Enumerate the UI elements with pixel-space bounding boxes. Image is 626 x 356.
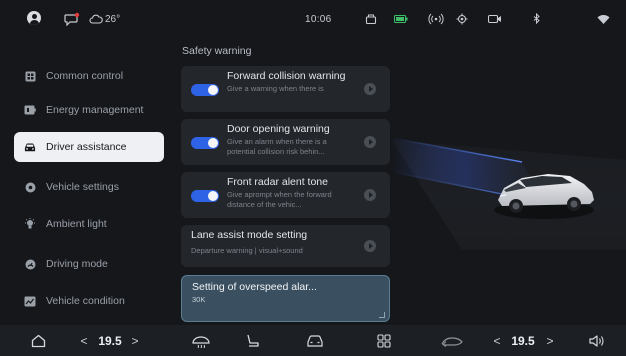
apps-grid-icon[interactable] [376, 332, 392, 350]
volume-icon[interactable] [588, 332, 606, 350]
setting-card-door-opening[interactable]: Door opening warning Give an alarm when … [181, 119, 390, 165]
door-opening-toggle[interactable] [191, 137, 219, 149]
card-description: Give a warning when there is [227, 84, 324, 93]
chevron-right-icon[interactable] [364, 83, 376, 95]
chart-icon [24, 295, 36, 307]
left-temperature-value: 19.5 [98, 334, 122, 348]
car-icon[interactable] [305, 332, 325, 350]
recirculation-icon[interactable] [439, 332, 465, 350]
grid-icon [24, 70, 36, 82]
sidebar-item-label: Ambient light [46, 218, 107, 230]
seat-icon[interactable] [245, 332, 261, 350]
forward-collision-toggle[interactable] [191, 84, 219, 96]
message-notification-icon[interactable] [64, 11, 80, 27]
defrost-icon[interactable] [191, 332, 211, 350]
bluetooth-icon [533, 11, 541, 27]
sidebar-item-label: Energy management [46, 104, 144, 116]
settings-icon [24, 181, 36, 193]
sidebar-item-driver-assistance[interactable]: Driver assistance [14, 132, 164, 162]
left-temp-increase-button[interactable]: > [129, 332, 141, 350]
location-target-icon [456, 11, 468, 27]
resize-handle-icon[interactable] [379, 312, 385, 318]
left-temp-decrease-button[interactable]: < [78, 332, 90, 350]
right-temperature-value: 19.5 [511, 334, 535, 348]
overspeed-alarm-input[interactable]: Setting of overspeed alar... 30K [181, 275, 390, 322]
setting-card-front-radar[interactable]: Front radar alent tone Give aprompt when… [181, 172, 390, 218]
chevron-right-icon[interactable] [364, 240, 376, 252]
home-icon[interactable] [29, 332, 47, 350]
setting-card-lane-assist[interactable]: Lane assist mode setting Departure warni… [181, 225, 390, 267]
section-title: Safety warning [182, 45, 252, 57]
sidebar-item-label: Common control [46, 70, 124, 82]
chevron-right-icon[interactable] [364, 189, 376, 201]
sidebar-item-driving-mode[interactable]: Driving mode [14, 249, 164, 279]
card-description: Departure warning | visual+sound [191, 246, 303, 255]
card-description: Give an alarm when there is a potential … [227, 137, 327, 156]
weather-widget[interactable]: 26° [89, 11, 120, 27]
gauge-icon [24, 258, 36, 270]
sidebar-item-vehicle-settings[interactable]: Vehicle settings [14, 172, 164, 202]
front-radar-toggle[interactable] [191, 190, 219, 202]
sidebar-item-label: Driver assistance [46, 141, 127, 153]
bottom-dock: < 19.5 > < 19.5 > [0, 325, 626, 356]
sidebar-item-ambient-light[interactable]: Ambient light [14, 209, 164, 239]
weather-temperature: 26° [105, 13, 121, 25]
card-title: Lane assist mode setting [191, 229, 308, 241]
sidebar-item-vehicle-condition[interactable]: Vehicle condition [14, 286, 164, 316]
screen: 26° 10:06 Common control Energy manageme… [0, 0, 626, 356]
card-title: Forward collision warning [227, 70, 346, 82]
bulb-icon [24, 218, 36, 230]
sidebar-item-energy-management[interactable]: Energy management [14, 95, 164, 125]
profile-avatar-icon[interactable] [27, 11, 41, 25]
camera-icon [488, 11, 502, 27]
wifi-icon [597, 11, 610, 27]
sidebar-item-label: Vehicle condition [46, 295, 125, 307]
sidebar-item-common-control[interactable]: Common control [14, 61, 164, 91]
storage-box-icon [365, 11, 377, 27]
card-title: Door opening warning [227, 123, 330, 135]
setting-card-forward-collision[interactable]: Forward collision warning Give a warning… [181, 66, 390, 112]
car-illustration [391, 120, 626, 250]
card-description: Give aprompt when the forward distance o… [227, 190, 332, 209]
battery-icon [24, 104, 36, 116]
status-bar: 26° 10:06 [0, 0, 626, 38]
car-front-icon [24, 141, 36, 153]
sidebar-item-label: Driving mode [46, 258, 108, 270]
card-title: Setting of overspeed alar... [192, 281, 317, 293]
clock-time: 10:06 [305, 13, 332, 25]
cloud-icon [89, 14, 103, 24]
right-temp-decrease-button[interactable]: < [491, 332, 503, 350]
input-value: 30K [192, 295, 206, 304]
chevron-right-icon[interactable] [364, 136, 376, 148]
right-temp-increase-button[interactable]: > [544, 332, 556, 350]
battery-charging-icon [394, 11, 408, 27]
hotspot-icon [428, 11, 444, 27]
sidebar-item-label: Vehicle settings [46, 181, 119, 193]
card-title: Front radar alent tone [227, 176, 328, 188]
